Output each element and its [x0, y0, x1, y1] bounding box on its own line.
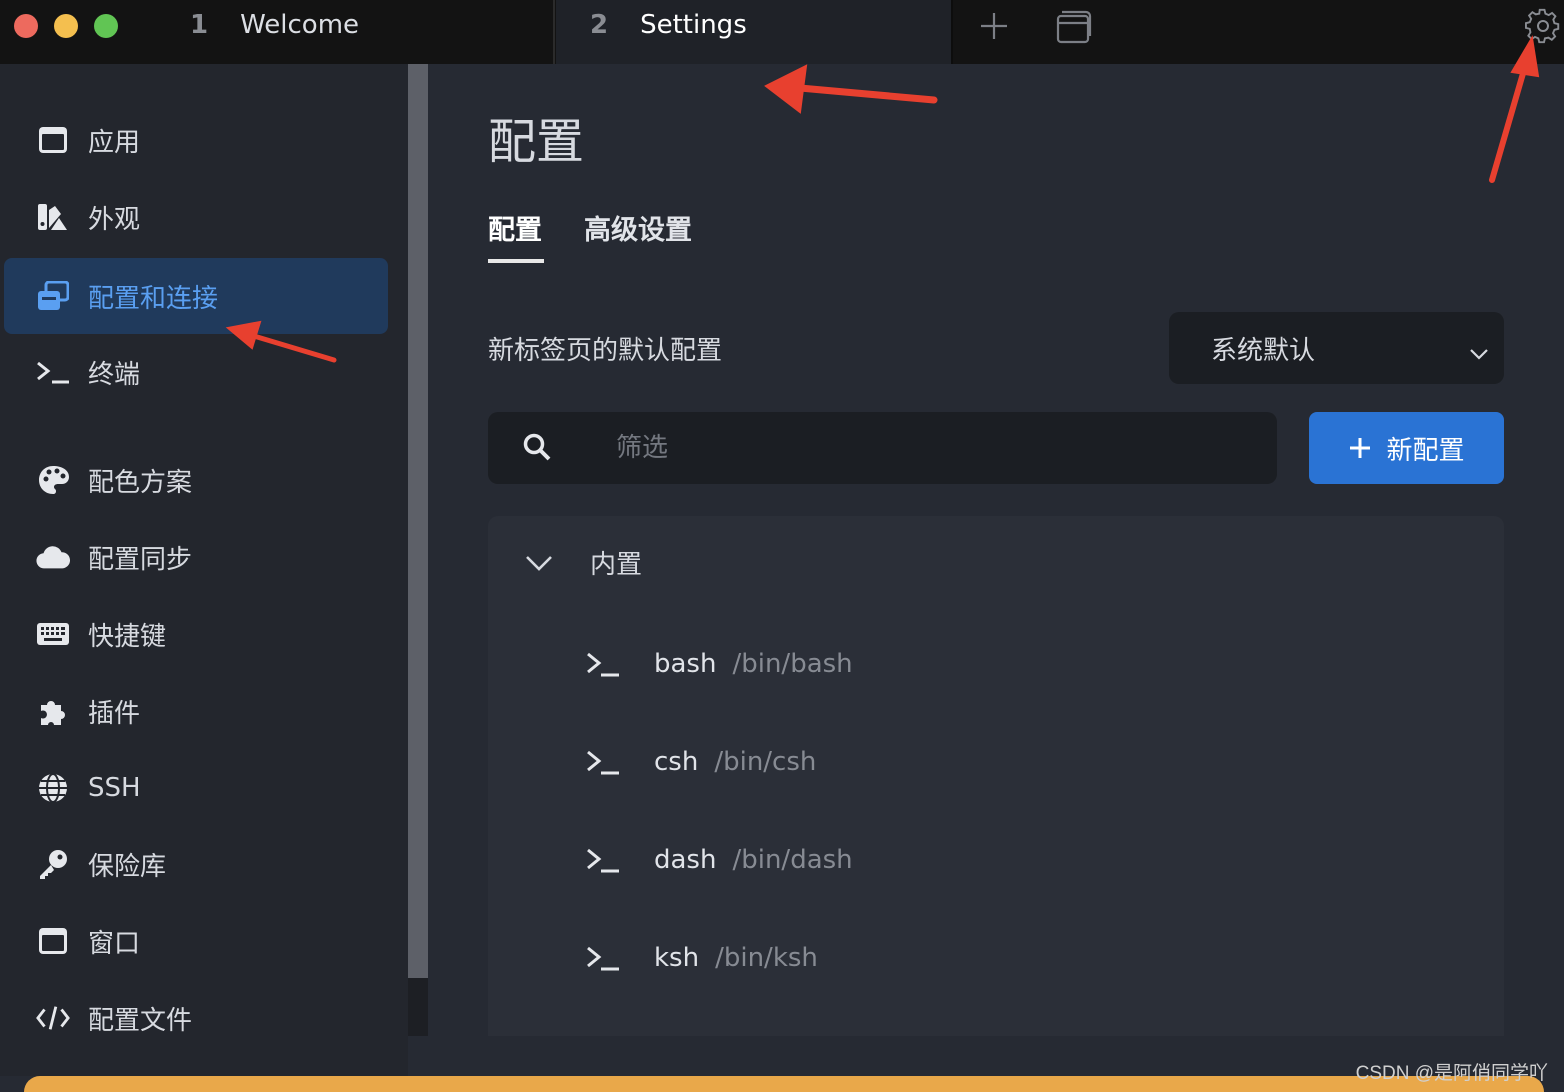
- maximize-window-button[interactable]: [94, 14, 118, 38]
- terminal-icon: [586, 748, 620, 776]
- sidebar-item-plugins[interactable]: 插件: [4, 673, 388, 749]
- sidebar-item-color-scheme[interactable]: 配色方案: [4, 442, 388, 518]
- terminal-icon: [586, 650, 620, 678]
- filter-input[interactable]: [616, 426, 1216, 470]
- default-profile-label: 新标签页的默认配置: [488, 336, 723, 366]
- window-icon: [36, 924, 70, 958]
- terminal-icon: [586, 944, 620, 972]
- group-name: 内置: [590, 550, 643, 580]
- gear-icon[interactable]: [1525, 8, 1561, 48]
- chevron-down-icon: [1468, 338, 1490, 368]
- sidebar-item-app[interactable]: 应用: [4, 102, 388, 178]
- page-title: 配置: [488, 114, 585, 170]
- palette-icon: [36, 463, 70, 497]
- profile-path: /bin/bash: [732, 649, 853, 679]
- keyboard-icon: [36, 617, 70, 651]
- sidebar-item-label: 终端: [88, 359, 141, 390]
- sidebar-item-label: 窗口: [88, 928, 141, 959]
- profile-path: /bin/csh: [714, 747, 817, 777]
- sidebar-item-config-file[interactable]: 配置文件: [4, 980, 388, 1056]
- title-bar: 1 Welcome 2 Settings: [0, 0, 1564, 64]
- sidebar-item-window[interactable]: 窗口: [4, 903, 388, 979]
- plus-icon: [1348, 436, 1372, 460]
- sidebar-scrollbar[interactable]: [408, 64, 428, 1036]
- window-icon: [36, 123, 70, 157]
- chevron-down-icon: [524, 554, 554, 572]
- tab-profiles[interactable]: 配置: [488, 208, 542, 247]
- scrollbar-thumb[interactable]: [408, 64, 428, 978]
- profile-row[interactable]: bash /bin/bash: [586, 644, 853, 684]
- watermark: CSDN @是阿俏同学吖: [1355, 1063, 1548, 1084]
- active-tab-indicator: [488, 259, 544, 263]
- sidebar-item-label: 配色方案: [88, 467, 193, 498]
- profiles-icon: [36, 279, 70, 313]
- tab-number: 1: [190, 10, 209, 40]
- profile-path: /bin/ksh: [715, 943, 818, 973]
- sidebar-item-appearance[interactable]: 外观: [4, 179, 388, 255]
- sidebar-item-profiles[interactable]: 配置和连接: [4, 258, 388, 334]
- sidebar-item-terminal[interactable]: 终端: [4, 334, 388, 410]
- tab-number: 2: [590, 10, 609, 40]
- new-profile-label: 新配置: [1386, 435, 1465, 466]
- profile-name: csh: [654, 747, 699, 777]
- sidebar-item-label: 外观: [88, 204, 141, 235]
- new-profile-button[interactable]: 新配置: [1309, 412, 1504, 484]
- tab-title: Settings: [640, 10, 747, 40]
- close-window-button[interactable]: [14, 14, 38, 38]
- sidebar-item-label: 配置同步: [88, 544, 193, 575]
- sidebar-item-vault[interactable]: 保险库: [4, 826, 388, 902]
- profile-name: bash: [654, 649, 717, 679]
- profile-name: ksh: [654, 943, 700, 973]
- code-icon: [36, 1001, 70, 1035]
- search-icon: [522, 432, 552, 466]
- cloud-icon: [36, 540, 70, 574]
- bottom-banner: [24, 1076, 1544, 1092]
- tab-settings[interactable]: 2 Settings: [556, 0, 953, 64]
- tab-welcome[interactable]: 1 Welcome: [190, 0, 555, 64]
- filter-field[interactable]: [488, 412, 1277, 484]
- plus-icon[interactable]: [978, 10, 1010, 46]
- sidebar-item-hotkeys[interactable]: 快捷键: [4, 596, 388, 672]
- window-icon[interactable]: [1056, 10, 1092, 48]
- default-profile-select[interactable]: 系统默认: [1169, 312, 1504, 384]
- key-icon: [36, 847, 70, 881]
- profile-row[interactable]: dash /bin/dash: [586, 840, 853, 880]
- sidebar-item-label: 保险库: [88, 851, 167, 882]
- puzzle-icon: [36, 694, 70, 728]
- terminal-icon: [586, 846, 620, 874]
- group-header-builtin[interactable]: 内置: [524, 544, 642, 581]
- sidebar-item-label: 快捷键: [88, 621, 167, 652]
- default-profile-value: 系统默认: [1211, 335, 1316, 366]
- sidebar: 应用 外观 配置和连接 终端 配色方案 配置同步 快捷键 插件 SSH 保险库 …: [0, 64, 408, 1076]
- profile-path: /bin/dash: [732, 845, 853, 875]
- profile-row[interactable]: ksh /bin/ksh: [586, 938, 818, 978]
- minimize-window-button[interactable]: [54, 14, 78, 38]
- profile-row[interactable]: csh /bin/csh: [586, 742, 816, 782]
- tab-title: Welcome: [240, 10, 360, 40]
- appearance-icon: [36, 200, 70, 234]
- profiles-list: 内置 bash /bin/bash csh /bin/csh dash /bin…: [488, 516, 1504, 1036]
- sidebar-item-label: 配置文件: [88, 1005, 193, 1036]
- sidebar-item-label: 应用: [88, 127, 141, 158]
- settings-content: 配置 配置 高级设置 新标签页的默认配置 系统默认 新配置 内置: [428, 64, 1564, 1076]
- sidebar-item-label: 插件: [88, 698, 141, 729]
- profile-name: dash: [654, 845, 717, 875]
- terminal-icon: [36, 355, 70, 389]
- sidebar-item-sync[interactable]: 配置同步: [4, 519, 388, 595]
- globe-icon: [36, 771, 70, 805]
- tab-advanced-settings[interactable]: 高级设置: [584, 208, 692, 247]
- sidebar-item-label: 配置和连接: [88, 283, 219, 314]
- sidebar-item-ssh[interactable]: SSH: [4, 750, 388, 826]
- sidebar-item-label: SSH: [88, 773, 141, 803]
